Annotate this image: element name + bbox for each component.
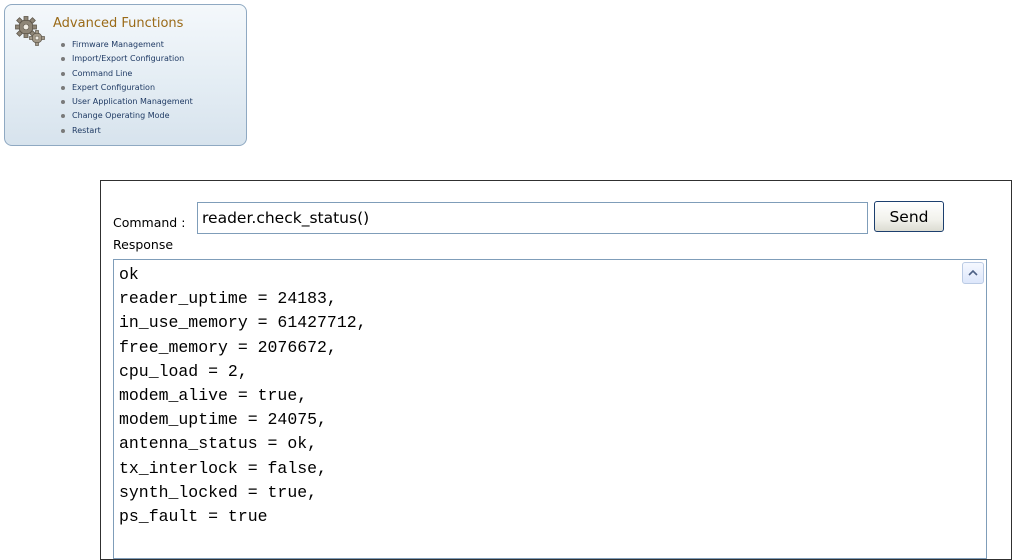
- bullet-icon: [61, 100, 65, 105]
- menu-item-restart: Restart: [59, 124, 193, 138]
- menu-link-expert-configuration[interactable]: Expert Configuration: [72, 83, 155, 92]
- bullet-icon: [61, 57, 65, 62]
- command-label: Command :: [113, 215, 186, 230]
- command-line-panel: Command : Send Response ok reader_uptime…: [100, 180, 1012, 560]
- bullet-icon: [61, 114, 65, 119]
- chevron-up-icon: [968, 269, 978, 276]
- menu-item-expert-configuration: Expert Configuration: [59, 81, 193, 95]
- menu-item-import-export-configuration: Import/Export Configuration: [59, 52, 193, 66]
- menu-list: Firmware Management Import/Export Config…: [59, 38, 193, 138]
- menu-link-user-application-management[interactable]: User Application Management: [72, 97, 193, 106]
- menu-link-firmware-management[interactable]: Firmware Management: [72, 40, 164, 49]
- bullet-icon: [61, 71, 65, 76]
- send-button[interactable]: Send: [874, 201, 944, 232]
- command-input[interactable]: [197, 202, 868, 234]
- response-scrollbar[interactable]: [960, 260, 986, 558]
- menu-item-firmware-management: Firmware Management: [59, 38, 193, 52]
- menu-link-command-line[interactable]: Command Line: [72, 69, 132, 78]
- menu-link-import-export-configuration[interactable]: Import/Export Configuration: [72, 54, 184, 63]
- bullet-icon: [61, 85, 65, 90]
- bullet-icon: [61, 43, 65, 47]
- menu-item-user-application-management: User Application Management: [59, 95, 193, 109]
- menu-item-command-line: Command Line: [59, 67, 193, 81]
- menu-link-restart[interactable]: Restart: [72, 126, 101, 135]
- gears-icon: [13, 13, 47, 47]
- menu-item-change-operating-mode: Change Operating Mode: [59, 109, 193, 123]
- response-text: ok reader_uptime = 24183, in_use_memory …: [119, 265, 367, 527]
- menu-link-change-operating-mode[interactable]: Change Operating Mode: [72, 111, 170, 120]
- response-textarea[interactable]: ok reader_uptime = 24183, in_use_memory …: [113, 259, 987, 559]
- menu-title: Advanced Functions: [53, 16, 184, 31]
- scroll-up-button[interactable]: [962, 262, 984, 284]
- advanced-functions-menu: Advanced Functions Firmware Management I…: [4, 4, 247, 146]
- response-label: Response: [113, 237, 174, 252]
- bullet-icon: [61, 128, 65, 133]
